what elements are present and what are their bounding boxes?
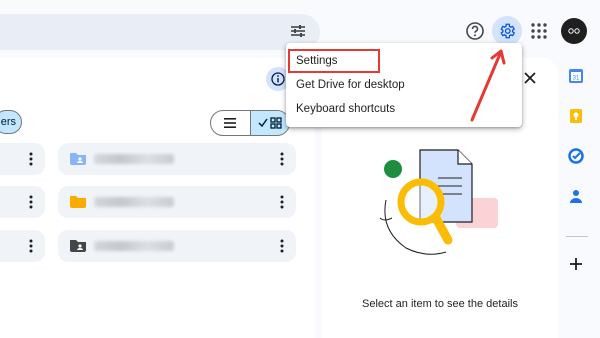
more-options-icon[interactable] xyxy=(280,152,284,166)
folder-card[interactable] xyxy=(0,230,45,262)
apps-grid-icon[interactable] xyxy=(530,22,548,40)
folder-card[interactable] xyxy=(58,186,296,218)
account-avatar[interactable] xyxy=(561,18,587,44)
list-icon xyxy=(224,118,237,128)
layout-toggle[interactable] xyxy=(210,110,290,136)
calendar-day: 31 xyxy=(573,76,580,82)
empty-details-message: Select an item to see the details xyxy=(362,298,518,310)
contacts-icon[interactable] xyxy=(568,188,584,204)
add-icon[interactable] xyxy=(568,256,584,272)
keep-icon[interactable] xyxy=(568,108,584,124)
more-options-icon[interactable] xyxy=(29,195,33,209)
blurred-folder-name xyxy=(94,197,174,207)
list-view-button[interactable] xyxy=(211,111,250,135)
info-icon xyxy=(271,72,285,86)
settings-button[interactable] xyxy=(492,16,522,46)
menu-item-settings[interactable]: Settings xyxy=(288,49,380,73)
empty-details-illustration xyxy=(379,149,498,255)
rail-divider xyxy=(566,236,588,237)
blurred-folder-name xyxy=(94,241,174,251)
more-options-icon[interactable] xyxy=(29,152,33,166)
search-options-icon[interactable] xyxy=(289,22,307,40)
annotation-arrow-icon xyxy=(470,49,506,122)
more-options-icon[interactable] xyxy=(29,239,33,253)
blurred-folder-name xyxy=(94,154,174,164)
shared-folder-icon xyxy=(70,153,86,165)
gear-icon xyxy=(500,23,516,39)
folder-card[interactable] xyxy=(0,143,45,175)
shared-folder-dark-icon xyxy=(70,240,86,252)
more-options-icon[interactable] xyxy=(280,239,284,253)
search-bar[interactable] xyxy=(0,14,320,50)
tasks-icon[interactable] xyxy=(568,148,584,164)
close-icon[interactable] xyxy=(522,70,538,86)
folder-icon xyxy=(70,196,86,208)
help-icon[interactable] xyxy=(464,20,486,42)
folder-card[interactable] xyxy=(58,143,296,175)
avatar-glyph-icon xyxy=(568,28,580,34)
folder-card[interactable] xyxy=(58,230,296,262)
folder-card[interactable] xyxy=(0,186,45,218)
checked-grid-icon xyxy=(258,117,282,129)
grid-view-button[interactable] xyxy=(249,111,289,135)
calendar-icon[interactable]: 31 xyxy=(568,68,584,84)
more-options-icon[interactable] xyxy=(280,195,284,209)
